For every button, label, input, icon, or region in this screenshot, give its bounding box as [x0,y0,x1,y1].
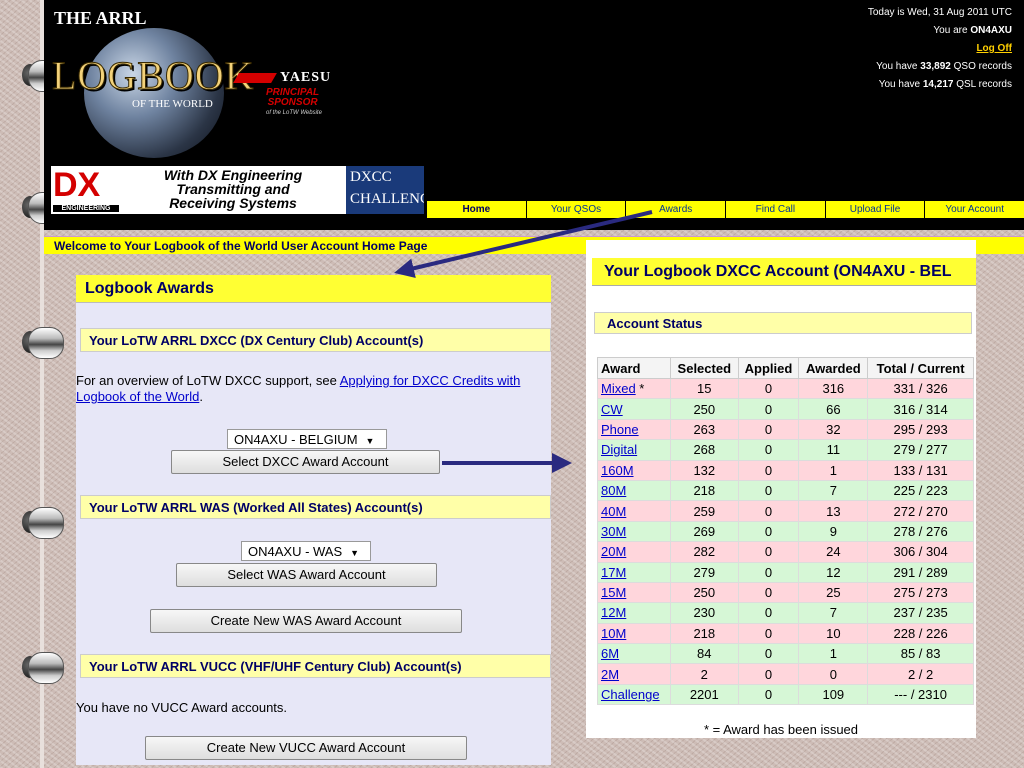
annotation-arrows [394,210,653,473]
arrow-awards-to-panel [394,210,653,279]
